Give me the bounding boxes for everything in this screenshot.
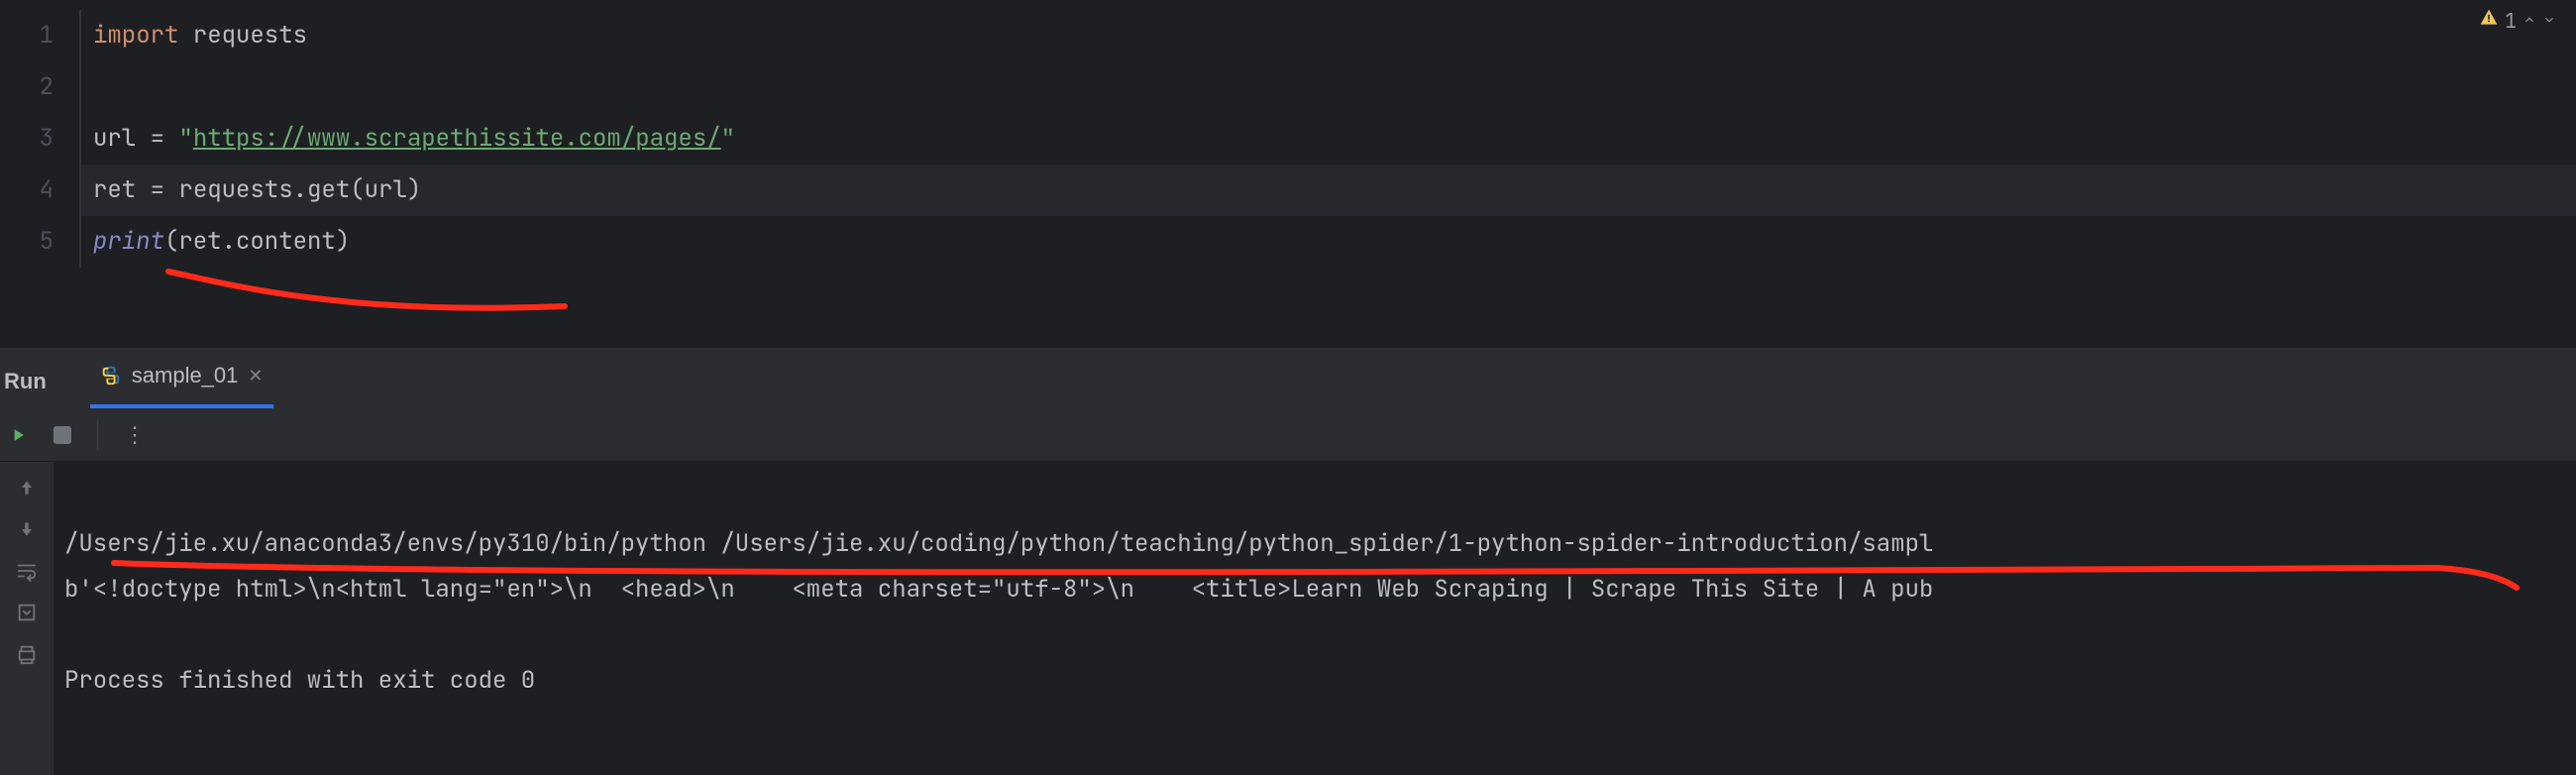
- variable: url: [93, 123, 151, 154]
- chevron-down-icon[interactable]: [2542, 10, 2556, 33]
- problems-widget[interactable]: 1: [2479, 8, 2556, 34]
- line-gutter: 1 2 3 4 5: [0, 0, 79, 347]
- line-number: 4: [0, 165, 54, 216]
- paren-open: (: [164, 226, 178, 257]
- code-line[interactable]: [79, 61, 2576, 113]
- warning-count: 1: [2505, 8, 2517, 34]
- argument: url: [365, 174, 407, 205]
- code-area[interactable]: import requests url = "https://www.scrap…: [79, 0, 2576, 347]
- code-line[interactable]: import requests: [79, 10, 2576, 61]
- code-line-current[interactable]: ret = requests.get(url): [79, 165, 2576, 216]
- builtin-print: print: [93, 226, 164, 257]
- line-number: 1: [0, 10, 54, 61]
- stop-icon: [54, 426, 71, 444]
- call: requests.get: [178, 174, 350, 205]
- run-output-panel: /Users/jie.xu/anaconda3/envs/py310/bin/p…: [0, 462, 2576, 775]
- run-tab[interactable]: sample_01 ✕: [90, 347, 273, 408]
- code-editor[interactable]: 1 2 3 4 5 import requests url = "https:/…: [0, 0, 2576, 347]
- print-icon[interactable]: [15, 642, 39, 666]
- operator: =: [151, 123, 179, 154]
- close-icon[interactable]: ✕: [248, 366, 263, 387]
- run-side-toolbar: [0, 462, 54, 775]
- string-quote: ": [721, 123, 735, 154]
- toolbar-separator: [97, 420, 98, 450]
- warning-triangle-icon: [2479, 8, 2499, 34]
- keyword-import: import: [93, 20, 178, 51]
- up-arrow-icon[interactable]: [15, 476, 39, 499]
- rerun-button[interactable]: [8, 425, 28, 445]
- line-number: 3: [0, 113, 54, 165]
- argument: ret.content: [178, 226, 335, 257]
- down-arrow-icon[interactable]: [15, 517, 39, 541]
- run-tab-label: sample_01: [132, 363, 239, 388]
- paren-open: (: [350, 174, 364, 205]
- code-line[interactable]: print(ret.content): [79, 216, 2576, 268]
- console-line: b'<!doctype html>\n<html lang="en">\n <h…: [64, 574, 1933, 605]
- soft-wrap-icon[interactable]: [15, 559, 39, 583]
- line-number: 2: [0, 61, 54, 113]
- scroll-to-end-icon[interactable]: [15, 601, 39, 624]
- run-tool-title: Run: [0, 369, 60, 408]
- code-line[interactable]: url = "https://www.scrapethissite.com/pa…: [79, 113, 2576, 165]
- line-number: 5: [0, 216, 54, 268]
- run-tool-tab-bar: Run sample_01 ✕: [0, 347, 2576, 408]
- console-output[interactable]: /Users/jie.xu/anaconda3/envs/py310/bin/p…: [54, 462, 2576, 775]
- stop-button[interactable]: [54, 426, 71, 444]
- module-name: requests: [178, 20, 307, 51]
- paren-close: ): [336, 226, 350, 257]
- run-toolbar: ⋮: [0, 408, 2576, 462]
- operator: =: [151, 174, 179, 205]
- chevron-up-icon[interactable]: [2522, 10, 2536, 33]
- console-line: /Users/jie.xu/anaconda3/envs/py310/bin/p…: [64, 528, 1933, 559]
- variable: ret: [93, 174, 151, 205]
- annotation-underline-icon: [159, 262, 585, 321]
- string-url: https://www.scrapethissite.com/pages/: [193, 123, 721, 154]
- paren-close: ): [407, 174, 421, 205]
- console-line: Process finished with exit code 0: [64, 665, 535, 696]
- python-file-icon: [100, 365, 122, 387]
- string-quote: ": [178, 123, 192, 154]
